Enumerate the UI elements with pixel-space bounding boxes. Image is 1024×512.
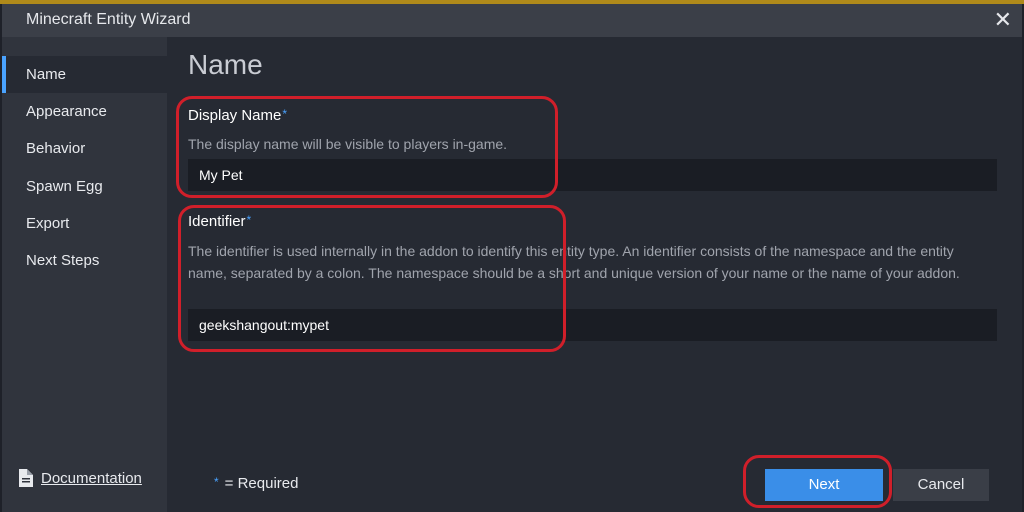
highlight-display-name: [176, 96, 558, 198]
documentation-link[interactable]: Documentation: [18, 469, 142, 487]
required-star: *: [214, 475, 219, 489]
close-icon[interactable]: ✕: [994, 7, 1012, 33]
title-bar: Minecraft Entity Wizard ✕: [2, 4, 1022, 37]
documentation-label: Documentation: [41, 469, 142, 487]
cancel-button[interactable]: Cancel: [893, 469, 989, 501]
sidebar-item-appearance[interactable]: Appearance: [2, 93, 167, 130]
window-title: Minecraft Entity Wizard: [26, 11, 191, 28]
sidebar-item-behavior[interactable]: Behavior: [2, 130, 167, 167]
required-note-text: = Required: [224, 475, 299, 492]
highlight-next-button: [743, 455, 892, 508]
sidebar-item-export[interactable]: Export: [2, 205, 167, 242]
sidebar: Name Appearance Behavior Spawn Egg Expor…: [2, 37, 167, 512]
sidebar-item-name[interactable]: Name: [2, 56, 167, 93]
sidebar-item-next-steps[interactable]: Next Steps: [2, 242, 167, 279]
sidebar-item-spawn-egg[interactable]: Spawn Egg: [2, 168, 167, 205]
required-note: * = Required: [214, 475, 298, 492]
document-icon: [19, 469, 33, 487]
page-title: Name: [188, 49, 263, 80]
highlight-identifier: [178, 205, 566, 352]
